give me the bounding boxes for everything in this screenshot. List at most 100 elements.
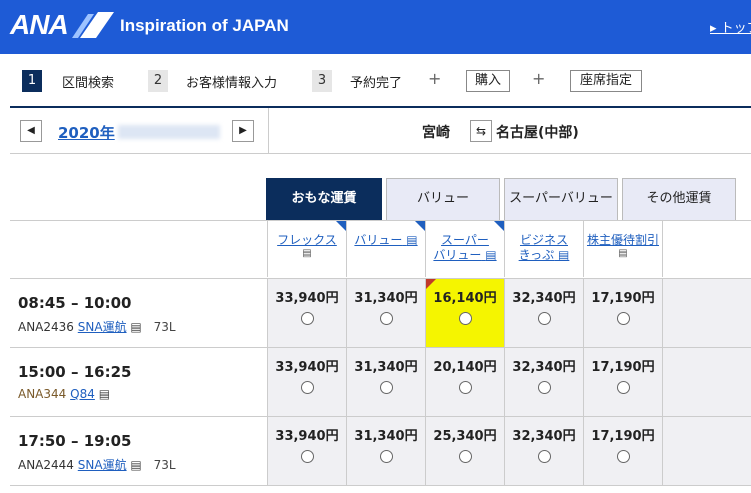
fare-price: 31,340円 <box>354 360 418 375</box>
tab-value[interactable]: バリュー <box>386 178 500 220</box>
fare-cell[interactable]: 17,190円 <box>583 279 662 348</box>
fare-header-flex[interactable]: フレックス ▤ <box>267 221 346 277</box>
fare-radio[interactable] <box>458 381 472 394</box>
fare-price: 16,140円 <box>433 291 497 306</box>
operator-link[interactable]: SNA運航 <box>78 458 127 472</box>
fare-header-label[interactable]: ビジネス きっぷ ▤ <box>505 233 583 263</box>
fare-radio[interactable] <box>379 312 393 325</box>
step-2-number: 2 <box>148 70 168 92</box>
info-icon: ▤ <box>130 320 142 334</box>
fare-cell[interactable]: 33,940円 <box>267 417 346 486</box>
flight-row: 08:45 – 10:00 ANA2436 SNA運航 ▤ 73L 33,940… <box>10 278 751 348</box>
fare-cell[interactable]: 25,340円 <box>425 417 504 486</box>
fare-price: 31,340円 <box>354 429 418 444</box>
fare-radio[interactable] <box>537 312 551 325</box>
fare-price: 25,340円 <box>433 429 497 444</box>
date-link[interactable]: 2020年 <box>58 122 115 143</box>
fare-radio[interactable] <box>458 450 472 463</box>
fare-radio[interactable] <box>616 381 630 394</box>
next-day-button[interactable]: ▶ <box>232 120 254 142</box>
flight-time: 17:50 – 19:05 <box>18 432 132 450</box>
fare-price: 32,340円 <box>512 360 576 375</box>
fare-radio[interactable] <box>616 450 630 463</box>
fare-header-super-value[interactable]: スーパー バリュー ▤ <box>425 221 504 277</box>
fare-cell[interactable]: 33,940円 <box>267 348 346 417</box>
fare-price: 20,140円 <box>433 360 497 375</box>
fare-cell[interactable]: 32,340円 <box>504 348 583 417</box>
fare-radio[interactable] <box>537 381 551 394</box>
lowest-fare-marker <box>426 279 436 289</box>
flight-info: ANA344 Q84 ▤ <box>18 387 110 401</box>
fare-price: 32,340円 <box>512 291 576 306</box>
fare-header-label[interactable]: スーパー バリュー ▤ <box>426 233 504 263</box>
operator-link[interactable]: Q84 <box>70 387 95 401</box>
fare-cell[interactable]: 32,340円 <box>504 417 583 486</box>
flight-number: ANA2436 <box>18 320 74 334</box>
fare-header-label[interactable]: 株主優待割引 <box>584 233 662 248</box>
info-icon: ▤ <box>406 233 418 247</box>
step-2-label: お客様情報入力 <box>186 76 278 91</box>
seat-selection-step: 座席指定 <box>570 70 642 92</box>
flight-row: 17:50 – 19:05 ANA2444 SNA運航 ▤ 73L 33,940… <box>10 416 751 486</box>
empty-cell <box>662 348 751 417</box>
previous-day-button[interactable]: ◀ <box>20 120 42 142</box>
date-route-bar: ◀ 2020年 ▶ 宮崎 ⇆ 名古屋(中部) <box>10 108 751 154</box>
step-1-label: 区間検索 <box>62 76 115 91</box>
flight-number: ANA2444 <box>18 458 74 472</box>
fare-cell[interactable]: 32,340円 <box>504 279 583 348</box>
fare-price: 31,340円 <box>354 291 418 306</box>
grid-bottom-line <box>10 485 751 486</box>
swap-route-icon[interactable]: ⇆ <box>470 120 492 142</box>
fare-radio[interactable] <box>537 450 551 463</box>
empty-cell <box>662 279 751 348</box>
datebar-divider <box>268 108 269 154</box>
purchase-step: 購入 <box>466 70 510 92</box>
progress-steps: 1 区間検索 2 お客様情報入力 3 予約完了 + 購入 + 座席指定 <box>0 54 751 106</box>
tagline: Inspiration of JAPAN <box>120 16 289 35</box>
fare-radio[interactable] <box>379 381 393 394</box>
fare-price: 33,940円 <box>275 291 339 306</box>
fare-radio[interactable] <box>300 450 314 463</box>
ana-logo[interactable]: ANA <box>10 9 69 41</box>
fare-radio[interactable] <box>379 450 393 463</box>
tab-main-fares[interactable]: おもな運賃 <box>266 178 382 220</box>
empty-cell <box>662 417 751 486</box>
fare-radio[interactable] <box>616 312 630 325</box>
fare-radio[interactable] <box>300 381 314 394</box>
fare-price: 17,190円 <box>591 360 655 375</box>
step-3-label: 予約完了 <box>350 76 403 91</box>
fare-cell[interactable]: 17,190円 <box>583 348 662 417</box>
operator-link[interactable]: SNA運航 <box>78 320 127 334</box>
fare-radio[interactable] <box>300 312 314 325</box>
fare-cell[interactable]: 31,340円 <box>346 417 425 486</box>
fare-price: 33,940円 <box>275 429 339 444</box>
fare-cell[interactable]: 31,340円 <box>346 279 425 348</box>
fare-header-business[interactable]: ビジネス きっぷ ▤ <box>504 221 583 277</box>
info-icon: ▤ <box>302 248 312 259</box>
fare-price: 33,940円 <box>275 360 339 375</box>
fare-cell[interactable]: 33,940円 <box>267 279 346 348</box>
top-link[interactable]: ▸ トップ <box>710 17 751 36</box>
info-icon: ▤ <box>618 248 628 259</box>
fare-header-value[interactable]: バリュー ▤ <box>346 221 425 277</box>
flight-row: 15:00 – 16:25 ANA344 Q84 ▤ 33,940円 31,34… <box>10 347 751 417</box>
ana-logo-mark-icon <box>72 12 114 38</box>
fare-price: 17,190円 <box>591 291 655 306</box>
fare-cell[interactable]: 31,340円 <box>346 348 425 417</box>
tab-super-value[interactable]: スーパーバリュー <box>504 178 618 220</box>
fare-cell-lowest[interactable]: 16,140円 <box>425 279 504 348</box>
fare-header-shareholder[interactable]: 株主優待割引 ▤ <box>583 221 662 277</box>
corner-marker <box>494 221 504 231</box>
fare-cell[interactable]: 20,140円 <box>425 348 504 417</box>
fare-price: 17,190円 <box>591 429 655 444</box>
fare-header-label[interactable]: バリュー ▤ <box>347 233 425 248</box>
aircraft-type: 73L <box>153 458 176 472</box>
tab-other-fares[interactable]: その他運賃 <box>622 178 736 220</box>
flight-info: ANA2436 SNA運航 ▤ 73L <box>18 318 176 335</box>
fare-cell[interactable]: 17,190円 <box>583 417 662 486</box>
fare-header-empty <box>662 221 751 277</box>
fare-radio[interactable] <box>458 312 472 325</box>
fare-header-label[interactable]: フレックス <box>268 233 346 248</box>
info-icon: ▤ <box>130 458 142 472</box>
destination-airport: 名古屋(中部) <box>496 125 579 141</box>
